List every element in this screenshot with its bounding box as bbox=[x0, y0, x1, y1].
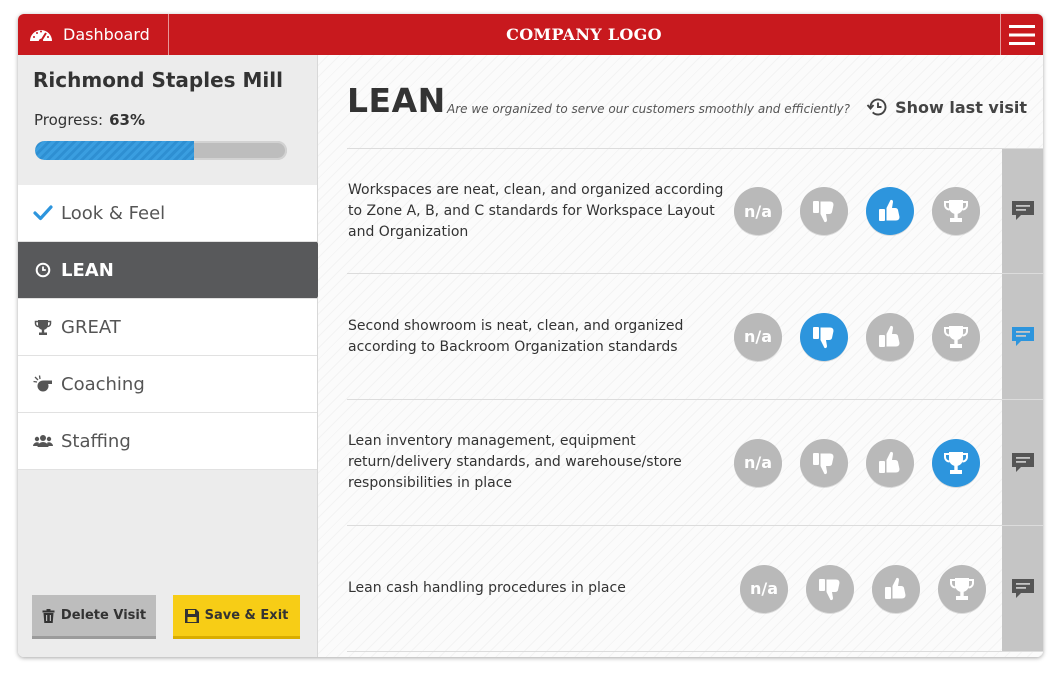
comment-icon bbox=[1011, 200, 1035, 222]
nav-item-coaching[interactable]: Coaching bbox=[18, 356, 317, 413]
na-option-label: n/a bbox=[743, 453, 773, 472]
trophy-button[interactable] bbox=[938, 564, 986, 613]
thumbs-up-icon bbox=[883, 576, 909, 602]
trophy-button[interactable] bbox=[932, 438, 980, 487]
thumbs-down-icon bbox=[811, 324, 837, 350]
top-bar: Dashboard COMPANY LOGO bbox=[18, 14, 1043, 55]
progress-label: Progress: bbox=[34, 111, 104, 129]
question-list-divider bbox=[347, 651, 1043, 652]
thumbs-up-button[interactable] bbox=[872, 564, 920, 613]
thumbs-up-icon bbox=[877, 198, 903, 224]
comment-icon bbox=[1011, 578, 1035, 600]
comment-button[interactable] bbox=[1002, 526, 1043, 651]
delete-visit-label: Delete Visit bbox=[60, 608, 147, 623]
thumbs-up-icon bbox=[877, 450, 903, 476]
hamburger-icon bbox=[1009, 24, 1035, 45]
na-option-button[interactable]: n/a bbox=[740, 564, 788, 613]
thumbs-up-button[interactable] bbox=[866, 438, 914, 487]
comment-button[interactable] bbox=[1002, 149, 1043, 273]
question-row: Second showroom is neat, clean, and orga… bbox=[347, 273, 1043, 399]
na-option-button[interactable]: n/a bbox=[734, 312, 782, 361]
rating-options: n/a bbox=[734, 149, 998, 273]
na-option-label: n/a bbox=[749, 579, 779, 598]
nav-item-look-and-feel[interactable]: Look & Feel bbox=[18, 185, 317, 242]
rating-options: n/a bbox=[734, 400, 998, 525]
question-row: Workspaces are neat, clean, and organize… bbox=[347, 148, 1043, 273]
nav-item-label: Look & Feel bbox=[61, 202, 166, 224]
clock-icon bbox=[31, 262, 55, 278]
dashboard-button[interactable]: Dashboard bbox=[18, 14, 169, 55]
question-row: Lean inventory management, equipment ret… bbox=[347, 399, 1043, 525]
na-option-button[interactable]: n/a bbox=[734, 438, 782, 487]
trophy-button[interactable] bbox=[932, 312, 980, 361]
section-title: LEAN bbox=[347, 81, 446, 120]
trophy-icon bbox=[31, 319, 55, 336]
trophy-icon bbox=[942, 450, 970, 476]
company-logo: COMPANY LOGO bbox=[506, 25, 662, 44]
check-icon bbox=[31, 205, 55, 221]
na-option-button[interactable]: n/a bbox=[734, 187, 782, 235]
rating-options: n/a bbox=[740, 526, 1004, 651]
thumbs-up-button[interactable] bbox=[866, 187, 914, 235]
question-list: Workspaces are neat, clean, and organize… bbox=[347, 148, 1043, 652]
trash-icon bbox=[42, 608, 55, 623]
na-option-label: n/a bbox=[743, 201, 773, 221]
thumbs-down-icon bbox=[817, 576, 843, 602]
trophy-icon bbox=[942, 198, 970, 224]
whistle-icon bbox=[31, 375, 55, 393]
people-icon bbox=[31, 434, 55, 448]
trophy-icon bbox=[948, 576, 976, 602]
question-text: Lean cash handling procedures in place bbox=[348, 580, 626, 596]
section-subtitle: Are we organized to serve our customers … bbox=[447, 102, 851, 116]
history-icon bbox=[867, 98, 887, 116]
floppy-disk-icon bbox=[184, 608, 199, 623]
thumbs-down-icon bbox=[811, 198, 837, 224]
speedometer-icon bbox=[30, 29, 52, 43]
section-nav: Look & Feel LEAN GREAT Coaching Staffing bbox=[18, 185, 334, 470]
thumbs-up-icon bbox=[877, 324, 903, 350]
app-window: Dashboard COMPANY LOGO Richmond Staples … bbox=[18, 14, 1043, 657]
question-text: Workspaces are neat, clean, and organize… bbox=[348, 181, 724, 240]
save-and-exit-button[interactable]: Save & Exit bbox=[173, 595, 300, 639]
comment-icon bbox=[1011, 326, 1035, 348]
save-and-exit-label: Save & Exit bbox=[204, 608, 289, 623]
nav-item-label: Staffing bbox=[61, 430, 131, 452]
thumbs-down-button[interactable] bbox=[806, 564, 854, 613]
main-content: LEAN Are we organized to serve our custo… bbox=[318, 55, 1043, 657]
nav-item-label: Coaching bbox=[61, 373, 145, 395]
progress-text: Progress: 63% bbox=[34, 111, 145, 129]
comment-icon bbox=[1011, 452, 1035, 474]
show-last-visit-button[interactable]: Show last visit bbox=[867, 97, 1027, 117]
thumbs-down-button[interactable] bbox=[800, 438, 848, 487]
sidebar: Richmond Staples Mill Progress: 63% Look … bbox=[18, 55, 334, 657]
show-last-visit-label: Show last visit bbox=[895, 97, 1027, 117]
thumbs-down-button[interactable] bbox=[800, 187, 848, 235]
thumbs-down-icon bbox=[811, 450, 837, 476]
nav-item-label: LEAN bbox=[61, 259, 114, 281]
delete-visit-button[interactable]: Delete Visit bbox=[32, 595, 156, 639]
nav-item-label: GREAT bbox=[61, 316, 121, 338]
store-name: Richmond Staples Mill bbox=[33, 68, 283, 92]
hamburger-menu-button[interactable] bbox=[1000, 14, 1043, 55]
progress-value: 63% bbox=[109, 111, 145, 129]
progress-bar-fill bbox=[35, 141, 194, 160]
nav-item-lean[interactable]: LEAN bbox=[18, 242, 334, 299]
question-row: Lean cash handling procedures in place n/… bbox=[347, 525, 1043, 651]
rating-options: n/a bbox=[734, 274, 998, 399]
trophy-button[interactable] bbox=[932, 187, 980, 235]
comment-button[interactable] bbox=[1002, 274, 1043, 399]
question-text: Second showroom is neat, clean, and orga… bbox=[348, 317, 684, 355]
dashboard-label: Dashboard bbox=[63, 25, 150, 44]
progress-bar bbox=[35, 141, 287, 160]
thumbs-up-button[interactable] bbox=[866, 312, 914, 361]
trophy-icon bbox=[942, 324, 970, 350]
nav-item-staffing[interactable]: Staffing bbox=[18, 413, 317, 470]
thumbs-down-button[interactable] bbox=[800, 312, 848, 361]
question-text: Lean inventory management, equipment ret… bbox=[348, 433, 682, 491]
comment-button[interactable] bbox=[1002, 400, 1043, 525]
nav-item-great[interactable]: GREAT bbox=[18, 299, 317, 356]
na-option-label: n/a bbox=[743, 327, 773, 346]
